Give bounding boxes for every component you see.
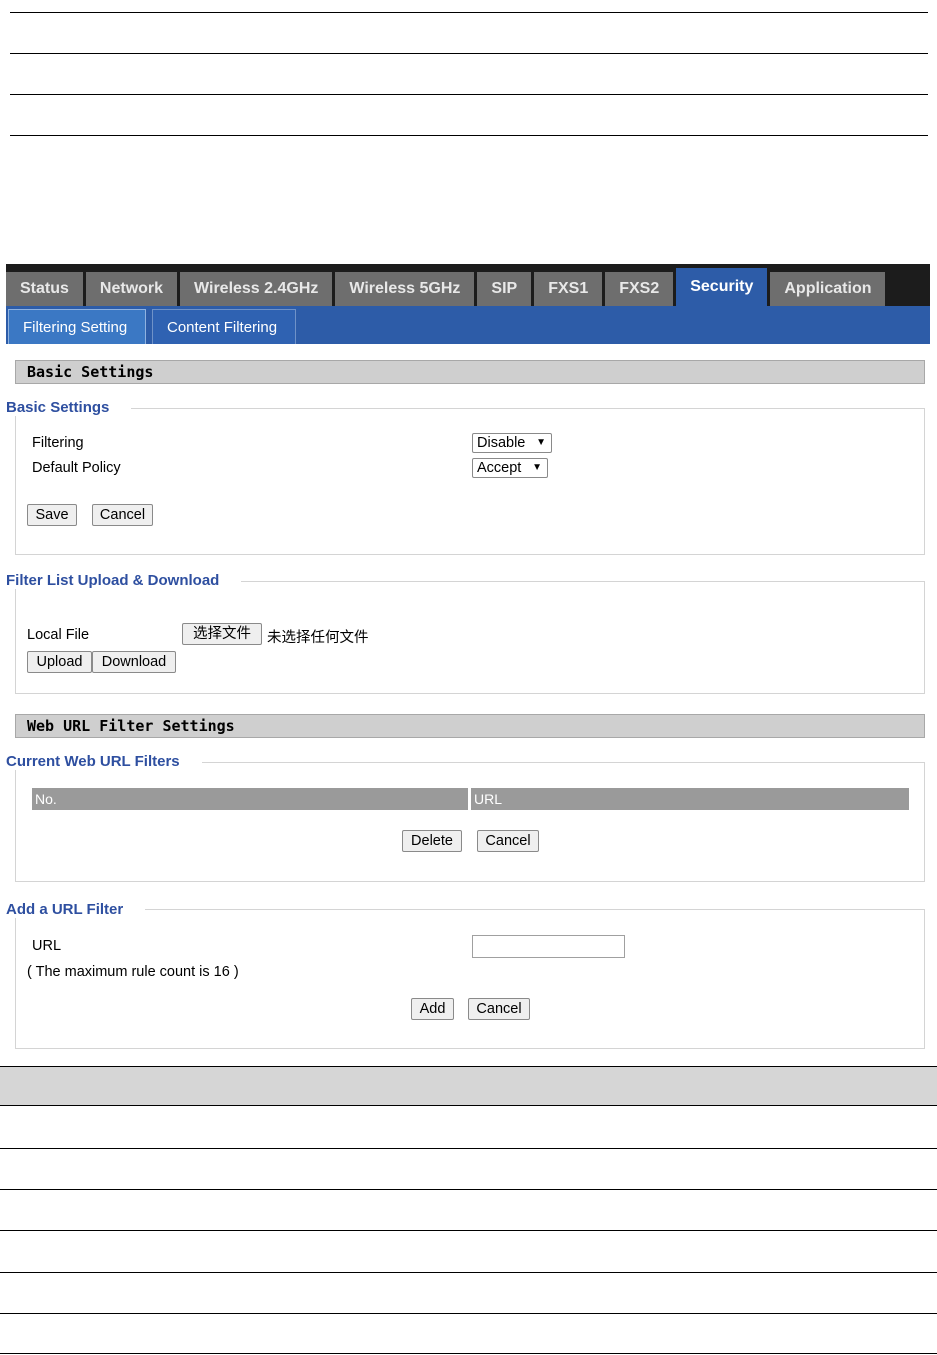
doc-table-line bbox=[10, 12, 928, 13]
subtab-content-filtering[interactable]: Content Filtering bbox=[152, 309, 296, 344]
table-header-no: No. bbox=[32, 788, 468, 810]
doc-table-line bbox=[0, 1272, 937, 1273]
section-title-basic-settings: Basic Settings bbox=[15, 360, 925, 384]
doc-table-line bbox=[10, 94, 928, 95]
filter-list-fieldset: Local File 选择文件 未选择任何文件 Upload Download bbox=[15, 581, 925, 694]
doc-table-line bbox=[0, 1148, 937, 1149]
download-button[interactable]: Download bbox=[92, 651, 176, 673]
tab-network[interactable]: Network bbox=[85, 272, 178, 306]
filtering-select[interactable]: Disable ▼ bbox=[472, 433, 552, 453]
cancel-button[interactable]: Cancel bbox=[477, 830, 539, 852]
add-button[interactable]: Add bbox=[411, 998, 454, 1020]
section-title-web-url-filter: Web URL Filter Settings bbox=[15, 714, 925, 738]
doc-table-header-row bbox=[0, 1066, 937, 1106]
dropdown-arrow-icon: ▼ bbox=[536, 437, 546, 448]
router-web-ui: Status Network Wireless 2.4GHz Wireless … bbox=[6, 264, 930, 1058]
tab-security[interactable]: Security bbox=[676, 268, 768, 306]
basic-settings-fieldset: Filtering Disable ▼ Default Policy Accep… bbox=[15, 408, 925, 555]
default-policy-value: Accept bbox=[477, 460, 522, 476]
sub-nav: Filtering Setting Content Filtering bbox=[6, 306, 930, 344]
tab-sip[interactable]: SIP bbox=[477, 272, 532, 306]
top-nav: Status Network Wireless 2.4GHz Wireless … bbox=[6, 264, 930, 306]
tab-fxs2[interactable]: FXS2 bbox=[605, 272, 674, 306]
doc-table-line bbox=[10, 53, 928, 54]
tab-status[interactable]: Status bbox=[6, 272, 83, 306]
subtab-filtering-setting[interactable]: Filtering Setting bbox=[8, 309, 146, 344]
filtering-value: Disable bbox=[477, 435, 526, 451]
cancel-button[interactable]: Cancel bbox=[92, 504, 153, 526]
no-file-chosen-text: 未选择任何文件 bbox=[267, 630, 369, 646]
doc-table-line bbox=[0, 1353, 937, 1354]
local-file-label: Local File bbox=[27, 627, 90, 643]
upload-button[interactable]: Upload bbox=[27, 651, 92, 673]
filter-list-legend: Filter List Upload & Download bbox=[6, 572, 242, 589]
save-button[interactable]: Save bbox=[27, 504, 77, 526]
default-policy-label: Default Policy bbox=[32, 460, 121, 476]
table-header-url: URL bbox=[471, 788, 909, 810]
add-url-filter-fieldset: URL ( The maximum rule count is 16 ) Add… bbox=[15, 909, 925, 1049]
doc-table-line bbox=[0, 1189, 937, 1190]
choose-file-button[interactable]: 选择文件 bbox=[182, 623, 262, 645]
delete-button[interactable]: Delete bbox=[402, 830, 462, 852]
filtering-label: Filtering bbox=[32, 435, 84, 451]
current-web-url-filters-legend: Current Web URL Filters bbox=[6, 753, 202, 770]
doc-table-line bbox=[0, 1230, 937, 1231]
default-policy-select[interactable]: Accept ▼ bbox=[472, 458, 548, 478]
cancel-button[interactable]: Cancel bbox=[468, 998, 530, 1020]
tab-application[interactable]: Application bbox=[770, 272, 886, 306]
dropdown-arrow-icon: ▼ bbox=[532, 462, 542, 473]
tab-wireless-5ghz[interactable]: Wireless 5GHz bbox=[335, 272, 475, 306]
url-input[interactable] bbox=[472, 935, 625, 958]
tab-wireless-24ghz[interactable]: Wireless 2.4GHz bbox=[180, 272, 333, 306]
url-label: URL bbox=[32, 938, 62, 954]
current-web-url-filters-fieldset: No. URL Delete Cancel bbox=[15, 762, 925, 882]
add-url-filter-legend: Add a URL Filter bbox=[6, 901, 146, 918]
doc-table-line bbox=[0, 1313, 937, 1314]
max-rule-note: ( The maximum rule count is 16 ) bbox=[27, 964, 239, 980]
tab-fxs1[interactable]: FXS1 bbox=[534, 272, 603, 306]
basic-settings-legend: Basic Settings bbox=[6, 399, 132, 416]
doc-table-line bbox=[10, 135, 928, 136]
